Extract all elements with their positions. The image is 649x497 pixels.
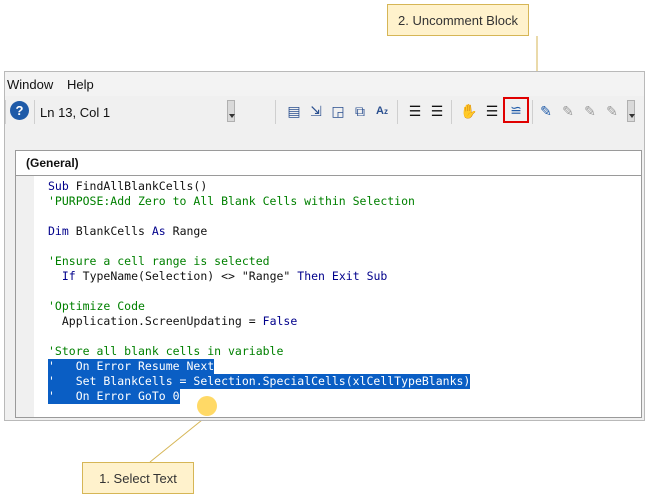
code-token: If (61, 269, 76, 283)
select-text-callout: 1. Select Text (82, 462, 194, 494)
list-constants-icon[interactable]: ⇲ (306, 101, 326, 121)
code-token: BlankCells (68, 224, 152, 238)
indent-icon[interactable]: ☰ (427, 101, 447, 121)
code-token: False (262, 314, 298, 328)
previous-bookmark-icon[interactable]: ✎ (580, 101, 600, 121)
menu-window[interactable]: Window (7, 77, 53, 92)
code-window: (General) Sub FindAllBlankCells() 'PURPO… (15, 150, 642, 418)
object-dropdown-value: (General) (26, 156, 79, 170)
code-line: Dim BlankCells As Range (48, 224, 207, 239)
code-token: Sub (48, 179, 69, 193)
vba-editor-window: Window Help ? Ln 13, Col 1 ▤ ⇲ ◲ ⧉ Az ☰ … (4, 71, 645, 421)
code-line: If TypeName(Selection) <> "Range" Then E… (48, 269, 387, 284)
toolbar-separator (532, 100, 533, 124)
toolbar: ? Ln 13, Col 1 ▤ ⇲ ◲ ⧉ Az ☰ ☰ ✋ ☰ ≌ ✎ ✎ … (5, 96, 644, 128)
code-token: Then (297, 269, 325, 283)
selected-code-line: ' On Error GoTo 0 (48, 389, 180, 404)
toolbar-separator (275, 100, 276, 124)
outdent-icon[interactable]: ☰ (405, 101, 425, 121)
object-dropdown[interactable]: (General) (16, 151, 641, 176)
help-icon[interactable]: ? (10, 101, 29, 120)
parameter-info-icon[interactable]: ⧉ (350, 101, 370, 121)
toolbar-separator (34, 100, 35, 124)
list-properties-icon[interactable]: ▤ (284, 101, 304, 121)
toolbar-overflow-grip[interactable] (627, 100, 635, 122)
line-column-indicator: Ln 13, Col 1 (40, 105, 111, 120)
code-line: 'Store all blank cells in variable (48, 344, 284, 358)
code-line: 'PURPOSE:Add Zero to All Blank Cells wit… (48, 194, 415, 208)
code-token: Application.ScreenUpdating = (48, 314, 263, 328)
menu-help[interactable]: Help (67, 77, 94, 92)
code-token: FindAllBlankCells() (68, 179, 208, 193)
toggle-bookmark-icon[interactable]: ✎ (536, 101, 556, 121)
next-bookmark-icon[interactable]: ✎ (558, 101, 578, 121)
clear-all-bookmarks-icon[interactable]: ✎ (602, 101, 622, 121)
toolbar-overflow-grip[interactable] (227, 100, 235, 122)
code-line: Sub FindAllBlankCells() (48, 179, 207, 194)
code-line: 'Ensure a cell range is selected (48, 254, 270, 268)
toggle-breakpoint-icon[interactable]: ✋ (459, 101, 479, 121)
code-line: Application.ScreenUpdating = False (48, 314, 297, 329)
code-editor[interactable]: Sub FindAllBlankCells() 'PURPOSE:Add Zer… (16, 176, 641, 417)
select-callout-text: 1. Select Text (99, 470, 177, 486)
complete-word-icon[interactable]: Az (372, 101, 392, 121)
selected-code-line: ' On Error Resume Next (48, 359, 215, 374)
code-token: As (151, 224, 166, 238)
menu-bar: Window Help (5, 72, 644, 97)
toolbar-separator (451, 100, 452, 124)
code-line: 'Optimize Code (48, 299, 145, 313)
uncomment-block-button[interactable]: ≌ (503, 97, 529, 123)
code-token: Dim (48, 224, 69, 238)
toolbar-separator (5, 100, 6, 124)
uncomment-block-icon: ≌ (510, 101, 522, 118)
quick-info-icon[interactable]: ◲ (328, 101, 348, 121)
code-token: Sub (366, 269, 388, 283)
code-token: Range (165, 224, 208, 238)
select-text-marker-dot (197, 396, 217, 416)
code-token: TypeName(Selection) <> "Range" (75, 269, 298, 283)
selected-code-line: ' Set BlankCells = Selection.SpecialCell… (48, 374, 471, 389)
toolbar-separator (397, 100, 398, 124)
code-token: Exit (331, 269, 360, 283)
comment-block-icon[interactable]: ☰ (482, 101, 502, 121)
